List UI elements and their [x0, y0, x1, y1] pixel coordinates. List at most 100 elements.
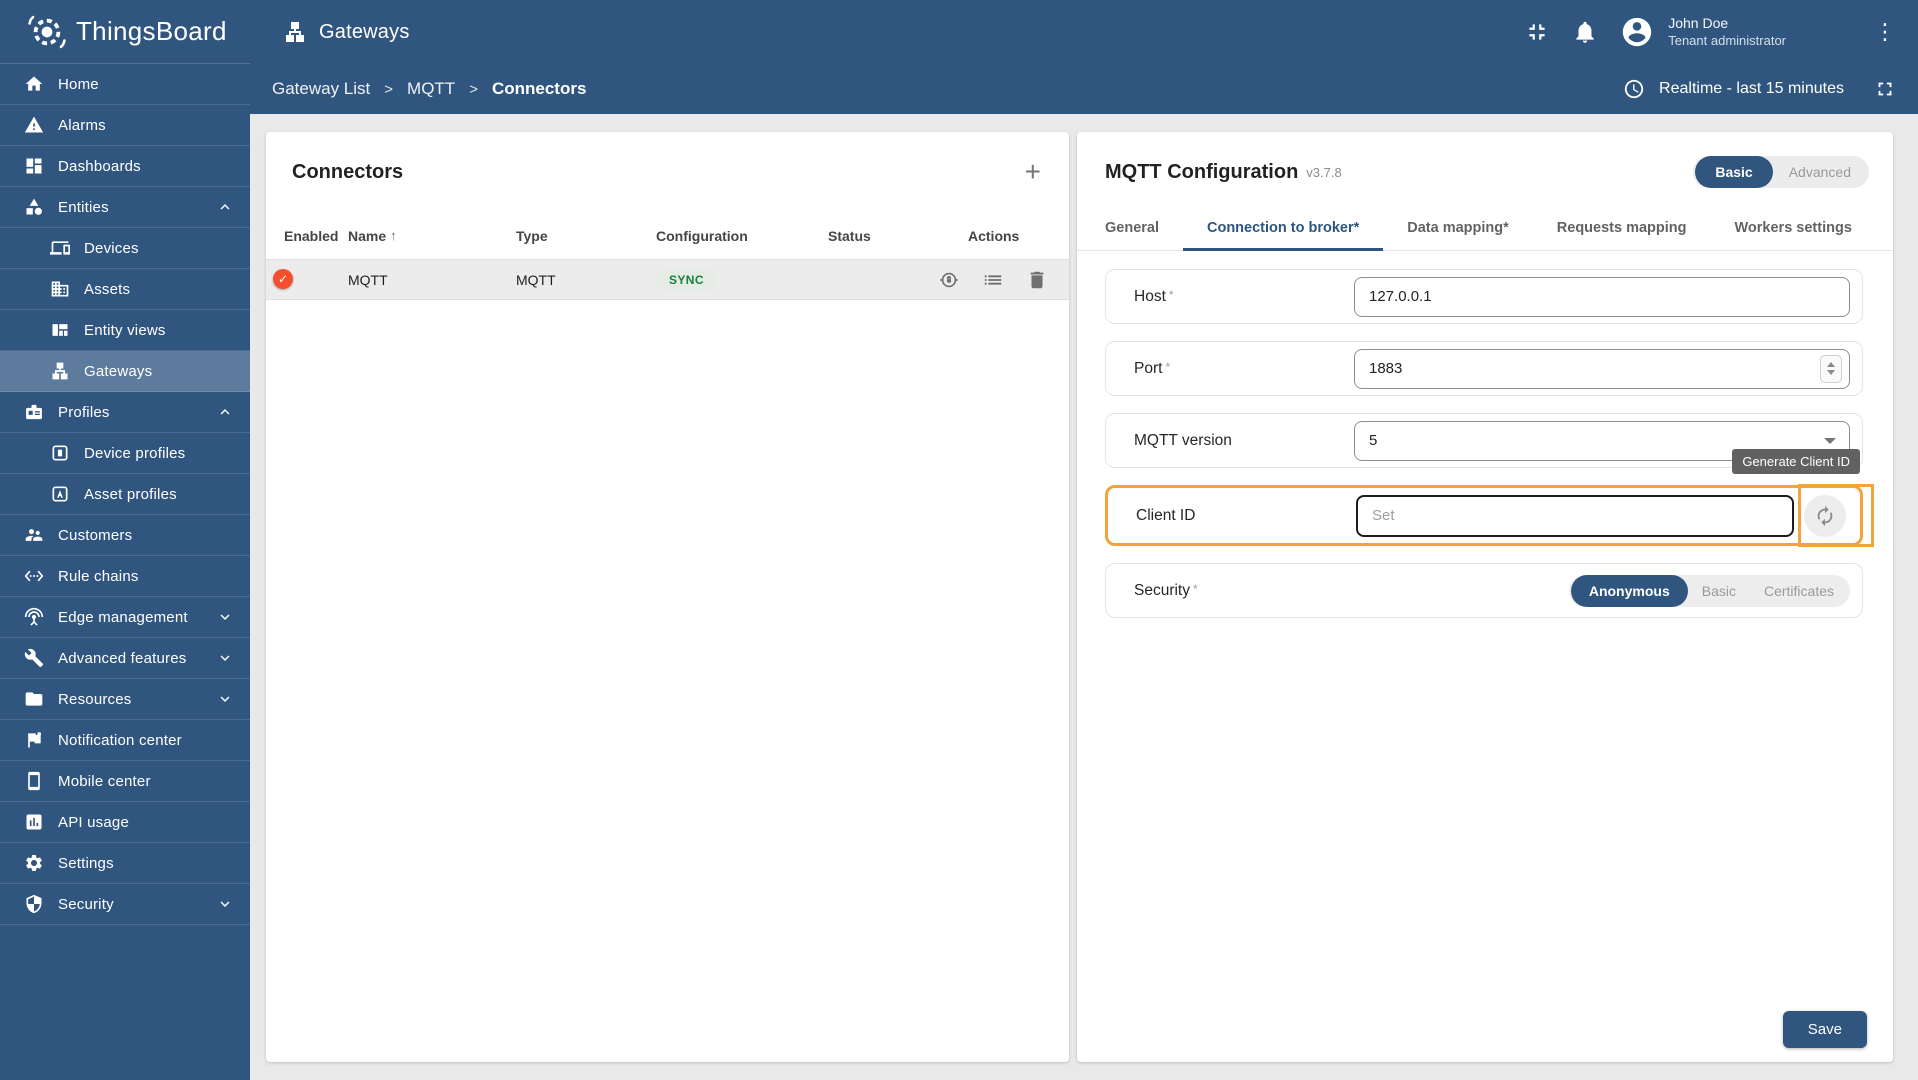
config-header: MQTT Configuration v3.7.8 Basic Advanced [1077, 132, 1893, 192]
port-input[interactable] [1354, 348, 1850, 389]
clock-icon[interactable] [1623, 78, 1645, 100]
main-area: Gateways John Doe Tenant administrator ⋮… [250, 0, 1918, 1080]
column-name[interactable]: Name ↑ [348, 228, 516, 244]
logs-list-icon[interactable] [982, 269, 1004, 291]
column-type: Type [516, 227, 548, 244]
generate-client-id-button[interactable] [1804, 494, 1846, 537]
sidebar-item-dashboards[interactable]: Dashboards [0, 146, 250, 187]
breadcrumb-gateway-list[interactable]: Gateway List [272, 79, 370, 99]
dashboards-icon [26, 158, 42, 174]
more-menu-icon[interactable]: ⋮ [1868, 19, 1902, 45]
thingsboard-logo-icon [28, 15, 66, 48]
home-icon [25, 76, 43, 91]
sidebar-item-advanced-features[interactable]: Advanced features [0, 638, 250, 679]
mode-basic[interactable]: Basic [1695, 156, 1773, 188]
delete-trash-icon[interactable] [1026, 269, 1048, 291]
tab-data-mapping[interactable]: Data mapping* [1383, 206, 1533, 250]
security-anonymous[interactable]: Anonymous [1570, 574, 1688, 607]
sidebar-nav: Home Alarms Dashboards Entities Devices [0, 64, 250, 925]
rpc-icon[interactable] [938, 269, 960, 291]
sync-badge: SYNC [656, 268, 717, 291]
host-input[interactable] [1354, 276, 1850, 317]
chevron-down-icon [220, 901, 230, 907]
thingsboard-app: ThingsBoard Home Alarms Dashboards Entit… [0, 0, 1918, 1080]
security-basic[interactable]: Basic [1688, 583, 1750, 599]
row-actions [938, 269, 1069, 291]
sidebar-item-assets[interactable]: Assets [0, 269, 250, 310]
sidebar-item-asset-profiles[interactable]: Asset profiles [0, 474, 250, 515]
stepper-down-icon[interactable] [1827, 370, 1835, 375]
number-stepper[interactable] [1820, 354, 1842, 383]
rule-chains-icon [24, 570, 44, 582]
mode-toggle: Basic Advanced [1693, 156, 1869, 188]
connector-row-mqtt[interactable]: ✓ MQTT MQTT SYNC [266, 260, 1069, 300]
column-actions: Actions [968, 227, 1020, 244]
advanced-features-icon [24, 648, 44, 668]
user-info[interactable]: John Doe Tenant administrator [1668, 15, 1786, 49]
sidebar-item-alarms[interactable]: Alarms [0, 105, 250, 146]
security-shield-icon [26, 894, 42, 914]
refresh-icon [1817, 505, 1833, 526]
sidebar-item-entity-views[interactable]: Entity views [0, 310, 250, 351]
client-id-field-row: Client ID Generate Client ID [1105, 448, 1874, 547]
config-title: MQTT Configuration [1105, 160, 1299, 183]
tab-connection-to-broker[interactable]: Connection to broker* [1183, 206, 1384, 251]
device-profiles-icon [52, 445, 68, 461]
save-row: Save [1782, 1011, 1867, 1048]
config-tabs: General Connection to broker* Data mappi… [1077, 206, 1893, 251]
sort-ascending-icon: ↑ [390, 228, 397, 243]
sidebar-item-edge-management[interactable]: Edge management [0, 597, 250, 638]
settings-gear-icon [26, 855, 42, 871]
user-avatar-icon[interactable] [1620, 15, 1654, 49]
user-role: Tenant administrator [1668, 32, 1786, 48]
collapse-fullscreen-icon[interactable] [1524, 19, 1550, 45]
breadcrumb-mqtt[interactable]: MQTT [407, 79, 455, 99]
sidebar-item-profiles[interactable]: Profiles [0, 392, 250, 433]
dropdown-arrow-icon [1824, 437, 1836, 444]
breadcrumb-connectors: Connectors [491, 79, 587, 98]
sidebar-item-customers[interactable]: Customers [0, 515, 250, 556]
save-button[interactable]: Save [1782, 1011, 1867, 1048]
sidebar-item-security[interactable]: Security [0, 884, 250, 925]
sidebar-item-device-profiles[interactable]: Device profiles [0, 433, 250, 474]
column-configuration: Configuration [656, 227, 748, 244]
sidebar-item-entities[interactable]: Entities [0, 187, 250, 228]
host-field-row: Host * [1105, 269, 1863, 324]
sidebar-item-mobile-center[interactable]: Mobile center [0, 761, 250, 802]
sidebar-item-notification-center[interactable]: Notification center [0, 720, 250, 761]
mode-advanced[interactable]: Advanced [1773, 158, 1867, 186]
stepper-up-icon[interactable] [1827, 362, 1835, 367]
tab-requests-mapping[interactable]: Requests mapping [1533, 206, 1711, 250]
client-id-input[interactable] [1356, 494, 1794, 537]
port-label: Port * [1134, 359, 1171, 377]
sidebar-item-home[interactable]: Home [0, 64, 250, 105]
config-version: v3.7.8 [1306, 164, 1342, 180]
chevron-down-icon [220, 696, 230, 702]
connectors-panel: Connectors + Enabled Name ↑ Type Configu… [266, 132, 1069, 1062]
notification-center-icon [28, 732, 41, 748]
customers-icon [25, 529, 43, 541]
required-marker: * [1165, 359, 1171, 374]
notifications-bell-icon[interactable] [1572, 19, 1598, 45]
add-connector-button[interactable]: + [1021, 158, 1045, 186]
sidebar-item-rule-chains[interactable]: Rule chains [0, 556, 250, 597]
chevron-down-icon [220, 614, 230, 620]
sidebar-item-resources[interactable]: Resources [0, 679, 250, 720]
fullscreen-icon[interactable] [1874, 78, 1896, 100]
sidebar-item-settings[interactable]: Settings [0, 843, 250, 884]
connector-name: MQTT [348, 271, 388, 288]
security-certificates[interactable]: Certificates [1750, 583, 1848, 599]
timewindow-label[interactable]: Realtime - last 15 minutes [1659, 80, 1844, 98]
host-label: Host * [1134, 287, 1174, 305]
sidebar-item-gateways[interactable]: Gateways [0, 351, 250, 392]
tab-general[interactable]: General [1081, 206, 1183, 250]
sidebar-item-devices[interactable]: Devices [0, 228, 250, 269]
tab-workers-settings[interactable]: Workers settings [1711, 206, 1876, 250]
resources-icon [25, 692, 43, 706]
gateways-title-icon [286, 22, 304, 42]
logo[interactable]: ThingsBoard [0, 0, 250, 64]
sidebar-item-api-usage[interactable]: API usage [0, 802, 250, 843]
breadcrumb-separator: > [469, 80, 478, 98]
connectors-header: Connectors + [266, 132, 1069, 196]
security-label: Security * [1134, 581, 1198, 599]
